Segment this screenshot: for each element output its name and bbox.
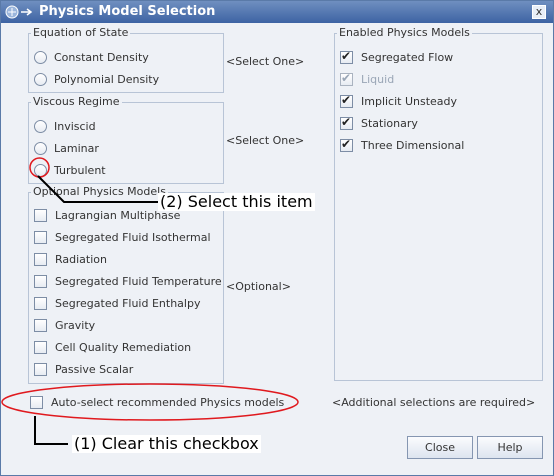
radio-label: Constant Density [54, 50, 149, 64]
checkbox-liquid: Liquid [340, 71, 394, 87]
checkbox[interactable] [34, 318, 47, 332]
checkbox-label: Implicit Unsteady [361, 94, 458, 108]
annotation-step1: (1) Clear this checkbox [72, 434, 261, 453]
annotation-step2: (2) Select this item [158, 192, 315, 211]
checkbox-label: Segregated Fluid Enthalpy [55, 296, 201, 310]
checkbox-label: Auto-select recommended Physics models [51, 395, 285, 409]
equation-of-state-group: Equation of State Constant Density Polyn… [28, 27, 224, 93]
radio-button[interactable] [34, 119, 47, 133]
checkbox[interactable] [34, 340, 47, 354]
radio-label: Inviscid [54, 119, 96, 133]
checkbox-label: Segregated Flow [361, 50, 454, 64]
close-button[interactable]: Close [407, 436, 473, 459]
additional-selections-hint: <Additional selections are required> [332, 396, 536, 409]
checkbox-segregated-fluid-isothermal[interactable]: Segregated Fluid Isothermal [34, 229, 211, 245]
checkbox-label: Cell Quality Remediation [55, 340, 192, 354]
viscous-regime-hint: <Select One> [226, 134, 305, 147]
checkbox[interactable] [340, 49, 353, 64]
window-title: Physics Model Selection [39, 4, 216, 19]
checkbox[interactable] [34, 230, 47, 244]
checkbox[interactable] [340, 93, 353, 108]
group-title-equation-of-state: Equation of State [31, 26, 131, 39]
checkbox-stationary[interactable]: Stationary [340, 115, 418, 131]
checkbox-cell-quality-remediation[interactable]: Cell Quality Remediation [34, 339, 191, 355]
radio-inviscid[interactable]: Inviscid [34, 118, 96, 134]
checkbox-label: Three Dimensional [361, 138, 465, 152]
checkbox[interactable] [34, 208, 47, 222]
checkbox [340, 71, 353, 86]
app-icon [5, 5, 33, 19]
checkbox-label: Passive Scalar [55, 362, 134, 376]
checkbox-segregated-fluid-enthalpy[interactable]: Segregated Fluid Enthalpy [34, 295, 200, 311]
close-window-button[interactable]: x [532, 5, 546, 19]
checkbox-auto-select[interactable]: Auto-select recommended Physics models [30, 394, 284, 410]
radio-button[interactable] [34, 72, 47, 86]
checkbox[interactable] [340, 137, 353, 152]
radio-button[interactable] [34, 163, 47, 177]
group-title-enabled-physics-models: Enabled Physics Models [337, 26, 472, 39]
checkbox-label: Gravity [55, 318, 96, 332]
radio-turbulent[interactable]: Turbulent [34, 162, 106, 178]
physics-model-selection-dialog: Physics Model Selection x Equation of St… [0, 0, 554, 476]
checkbox[interactable] [340, 115, 353, 130]
checkbox-label: Liquid [361, 72, 395, 86]
checkbox-label: Stationary [361, 116, 418, 130]
checkbox-three-dimensional[interactable]: Three Dimensional [340, 137, 464, 153]
group-title-optional-physics-models: Optional Physics Models [31, 185, 168, 198]
checkbox[interactable] [34, 252, 47, 266]
group-title-viscous-regime: Viscous Regime [31, 95, 122, 108]
checkbox[interactable] [34, 362, 47, 376]
checkbox-label: Radiation [55, 252, 107, 266]
radio-polynomial-density[interactable]: Polynomial Density [34, 71, 159, 87]
radio-constant-density[interactable]: Constant Density [34, 49, 149, 65]
radio-label: Turbulent [54, 163, 106, 177]
title-bar: Physics Model Selection x [1, 1, 553, 23]
checkbox-segregated-flow[interactable]: Segregated Flow [340, 49, 453, 65]
checkbox[interactable] [34, 296, 47, 310]
checkbox-gravity[interactable]: Gravity [34, 317, 95, 333]
checkbox-radiation[interactable]: Radiation [34, 251, 107, 267]
checkbox-label: Segregated Fluid Isothermal [55, 230, 211, 244]
radio-button[interactable] [34, 141, 47, 155]
radio-label: Polynomial Density [54, 72, 160, 86]
checkbox[interactable] [30, 395, 43, 409]
radio-label: Laminar [54, 141, 99, 155]
checkbox-passive-scalar[interactable]: Passive Scalar [34, 361, 133, 377]
enabled-physics-models-group: Enabled Physics Models Segregated Flow L… [334, 27, 543, 381]
viscous-regime-group: Viscous Regime Inviscid Laminar Turbulen… [28, 96, 224, 184]
optional-models-hint: <Optional> [226, 280, 291, 293]
radio-button[interactable] [34, 50, 47, 64]
checkbox[interactable] [34, 274, 47, 288]
equation-of-state-hint: <Select One> [226, 55, 305, 68]
radio-laminar[interactable]: Laminar [34, 140, 99, 156]
checkbox-implicit-unsteady[interactable]: Implicit Unsteady [340, 93, 457, 109]
help-button[interactable]: Help [477, 436, 543, 459]
checkbox-segregated-fluid-temperature[interactable]: Segregated Fluid Temperature [34, 273, 222, 289]
optional-physics-models-group: Optional Physics Models Lagrangian Multi… [28, 186, 224, 384]
checkbox-label: Segregated Fluid Temperature [55, 274, 222, 288]
